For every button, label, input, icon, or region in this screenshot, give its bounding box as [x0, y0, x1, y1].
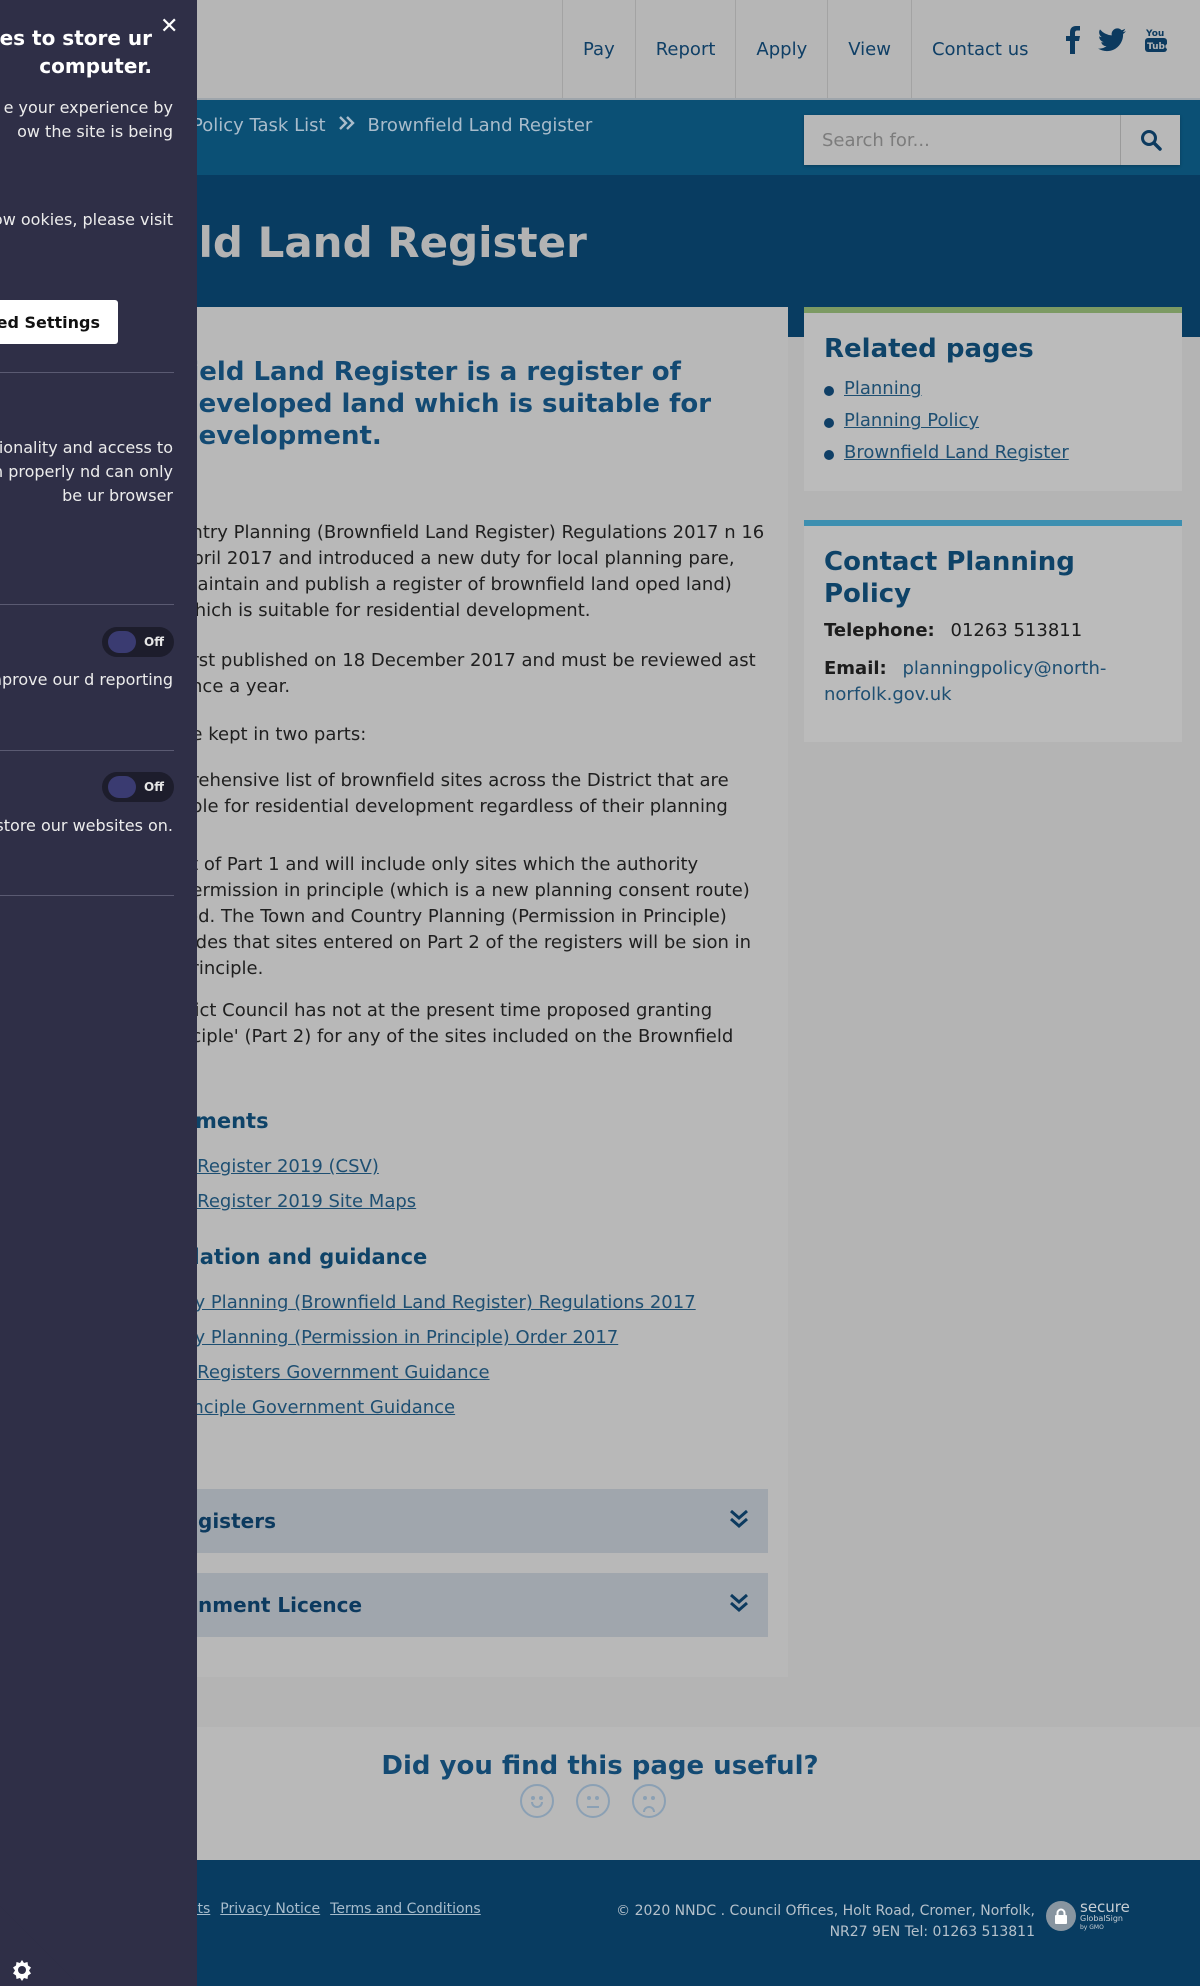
- youtube-icon[interactable]: You Tube: [1144, 26, 1168, 54]
- copyright-line: NR27 9EN Tel: 01263 513811: [829, 1924, 1035, 1940]
- nav-apply[interactable]: Apply: [735, 0, 827, 98]
- breadcrumb-item[interactable]: Policy Task List: [192, 115, 326, 136]
- body-paragraph: trict Council has not at the present tim…: [180, 1000, 734, 1047]
- legislation-link[interactable]: try Planning (Brownfield Land Register) …: [180, 1292, 696, 1313]
- search-form: Search for...: [804, 115, 1180, 165]
- secure-sub: by GMO: [1080, 1924, 1104, 1931]
- preferences-cookies-text: ies are used to store our websites on.: [0, 816, 173, 835]
- body-paragraph: be kept in two parts:: [180, 724, 367, 745]
- accordion-label: gisters: [198, 1509, 276, 1533]
- nav-view[interactable]: View: [827, 0, 911, 98]
- copyright: © 2020 NNDC . Council Offices, Holt Road…: [515, 1901, 1035, 1943]
- chevron-right-icon: [338, 115, 356, 136]
- necessary-cookies-text: e core functionality and access to secur…: [0, 438, 173, 505]
- copyright-line: © 2020 NNDC . Council Offices, Holt Road…: [616, 1903, 1035, 1919]
- cookie-intro-text: re essential, while e your experience by…: [0, 98, 173, 141]
- nav-report[interactable]: Report: [634, 0, 736, 98]
- twitter-icon[interactable]: [1098, 28, 1126, 52]
- facebook-icon[interactable]: [1066, 26, 1080, 54]
- happy-face-icon[interactable]: [520, 1784, 554, 1818]
- document-link[interactable]: d Register 2019 (CSV): [180, 1156, 379, 1177]
- top-nav: Pay Report Apply View Contact us: [562, 0, 1049, 100]
- nav-contact-us[interactable]: Contact us: [910, 0, 1049, 98]
- svg-text:Tube: Tube: [1147, 42, 1168, 52]
- cookie-panel: kies to store ur computer. ✕ re essentia…: [0, 0, 197, 1986]
- contact-card: Contact Planning Policy Telephone: 01263…: [804, 520, 1182, 742]
- recommended-settings-button[interactable]: ed Settings: [0, 300, 118, 344]
- footer-link-terms[interactable]: Terms and Conditions: [330, 1901, 481, 1917]
- related-pages-list: Planning Planning Policy Brownfield Land…: [824, 373, 1162, 469]
- list-item: Planning: [824, 373, 1162, 405]
- legislation-link[interactable]: try Planning (Permission in Principle) O…: [180, 1327, 618, 1348]
- analytics-toggle[interactable]: Off: [102, 627, 174, 657]
- legislation-heading: slation and guidance: [180, 1245, 428, 1269]
- accordion-registers[interactable]: gisters: [180, 1489, 768, 1553]
- globalsign-badge: secure GlobalSign by GMO: [1046, 1900, 1130, 1932]
- related-pages-title: Related pages: [824, 334, 1034, 364]
- search-button[interactable]: [1120, 115, 1180, 165]
- body-paragraph: et of Part 1 and will include only sites…: [180, 854, 751, 979]
- search-icon: [1140, 130, 1162, 151]
- accordion-licence[interactable]: nment Licence: [180, 1573, 768, 1637]
- neutral-face-icon[interactable]: [576, 1784, 610, 1818]
- breadcrumb-current: Brownfield Land Register: [367, 115, 593, 136]
- related-pages-card: Related pages Planning Planning Policy B…: [804, 307, 1182, 491]
- gear-icon: [10, 1958, 34, 1986]
- email-row: Email: planningpolicy@north-norfolk.gov.…: [824, 656, 1162, 708]
- preferences-toggle[interactable]: Off: [102, 772, 174, 802]
- list-item: Brownfield Land Register: [824, 437, 1162, 469]
- feedback-options: [520, 1784, 666, 1818]
- breadcrumb: Policy Task List Brownfield Land Registe…: [192, 115, 592, 136]
- body-paragraph: first published on 18 December 2017 and …: [180, 650, 756, 697]
- divider: [0, 604, 174, 605]
- social-links: You Tube: [1066, 26, 1168, 54]
- search-input[interactable]: Search for...: [804, 115, 1120, 165]
- legislation-link[interactable]: d Registers Government Guidance: [180, 1362, 490, 1383]
- footer-links: ents Privacy Notice Terms and Conditions: [180, 1901, 481, 1917]
- toggle-knob: [108, 776, 136, 798]
- toggle-knob: [108, 631, 136, 653]
- related-link-brownfield[interactable]: Brownfield Land Register: [844, 442, 1069, 463]
- sad-face-icon[interactable]: [632, 1784, 666, 1818]
- footer-link-privacy[interactable]: Privacy Notice: [220, 1901, 320, 1917]
- document-link[interactable]: d Register 2019 Site Maps: [180, 1191, 416, 1212]
- chevron-double-down-icon: [728, 1508, 750, 1534]
- toggle-label: Off: [144, 635, 164, 649]
- telephone-row: Telephone: 01263 513811: [824, 618, 1162, 644]
- divider: [0, 895, 174, 896]
- divider: [0, 750, 174, 751]
- list-item: Planning Policy: [824, 405, 1162, 437]
- chevron-double-down-icon: [728, 1592, 750, 1618]
- close-icon[interactable]: ✕: [160, 14, 178, 39]
- svg-text:You: You: [1145, 29, 1164, 39]
- toggle-label: Off: [144, 780, 164, 794]
- divider: [0, 372, 174, 373]
- telephone-value: 01263 513811: [950, 620, 1083, 641]
- analytics-cookies-text: s to improve our d reporting: [0, 670, 173, 689]
- legislation-link[interactable]: rinciple Government Guidance: [180, 1397, 455, 1418]
- lead-paragraph: field Land Register is a register of dev…: [180, 357, 712, 451]
- lock-icon: [1046, 1901, 1076, 1931]
- telephone-label: Telephone:: [824, 620, 935, 641]
- related-link-planning[interactable]: Planning: [844, 378, 922, 399]
- nav-pay[interactable]: Pay: [562, 0, 635, 98]
- contact-title: Contact Planning Policy: [824, 547, 1075, 609]
- body-paragraph: prehensive list of brownfield sites acro…: [180, 770, 729, 817]
- page-title: eld Land Register: [170, 218, 587, 267]
- secure-sub: GlobalSign: [1080, 1914, 1123, 1923]
- related-link-planning-policy[interactable]: Planning Policy: [844, 410, 979, 431]
- accordion-label: nment Licence: [198, 1593, 363, 1617]
- body-paragraph: untry Planning (Brownfield Land Register…: [180, 522, 765, 621]
- cookie-policy-text: d for details on how ookies, please visi…: [0, 210, 173, 229]
- email-label: Email:: [824, 658, 887, 679]
